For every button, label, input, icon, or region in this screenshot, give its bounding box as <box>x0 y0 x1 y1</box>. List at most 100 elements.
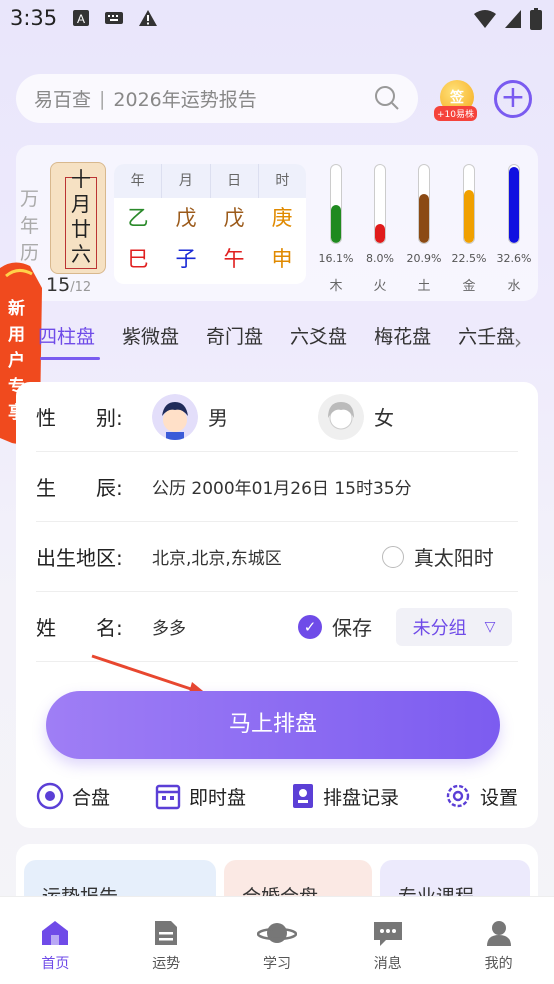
wuxing-pct: 16.1% <box>318 252 354 265</box>
gan-char: 庚 <box>271 206 293 230</box>
status-time: 3:35 <box>10 6 58 30</box>
ganzhi-header-year: 年 <box>114 164 163 198</box>
wuxing-tube <box>374 164 386 244</box>
alert-icon <box>139 10 157 26</box>
wuxing-pct: 32.6% <box>496 252 532 265</box>
planet-icon <box>256 923 297 943</box>
save-checkbox[interactable]: ✓ <box>298 614 322 639</box>
zhi-char: 午 <box>223 247 245 271</box>
home-icon <box>42 921 69 945</box>
nav-profile-label: 我的 <box>484 956 513 972</box>
notification-a-icon: A <box>73 10 89 26</box>
birth-value[interactable]: 公历 2000年01月26日 15时35分 <box>152 474 412 499</box>
nav-home-label: 首页 <box>41 956 70 972</box>
search-placeholder: 2026年运势报告 <box>113 89 257 111</box>
gender-row: 性 别: 男 女 <box>36 382 518 452</box>
place-row[interactable]: 出生地区: 北京,北京,东城区 真太阳时 <box>36 522 518 592</box>
wuxing-fill <box>464 190 474 243</box>
nav-learn[interactable]: 学习 <box>222 897 333 984</box>
signal-icon <box>505 10 521 28</box>
nav-fortune[interactable]: 运势 <box>111 897 222 984</box>
nav-messages-label: 消息 <box>373 956 402 972</box>
female-avatar-icon[interactable] <box>318 393 364 440</box>
hepan-label: 合盘 <box>72 786 111 809</box>
wuxing-tube <box>463 164 475 244</box>
quick-actions: 合盘 即时盘 排盘记录 设置 <box>36 778 518 814</box>
ganzhi-header-month: 月 <box>162 164 211 198</box>
svg-text:A: A <box>77 12 85 26</box>
sign-in-button[interactable]: 签 +10易株 <box>434 80 478 122</box>
wifi-icon <box>474 10 496 28</box>
add-button[interactable]: + <box>494 80 532 118</box>
nav-profile[interactable]: 我的 <box>443 897 554 984</box>
wuxing-name: 土 <box>417 279 431 294</box>
wuxing-pct: 8.0% <box>366 252 394 265</box>
wuxing-name: 火 <box>373 279 387 294</box>
tab-sizhu[interactable]: 四柱盘 <box>38 322 95 360</box>
male-option[interactable]: 男 <box>208 402 228 431</box>
name-input[interactable]: 多多 <box>152 614 298 639</box>
place-value[interactable]: 北京,北京,东城区 <box>152 544 282 569</box>
chart-history-label: 排盘记录 <box>322 786 399 809</box>
calendar-icon <box>155 784 181 810</box>
birth-label: 生 辰: <box>36 476 123 500</box>
search-bar[interactable]: 易百查 | 2026年运势报告 <box>16 74 418 123</box>
bottom-nav: 首页 运势 学习 消息 我的 <box>0 896 554 984</box>
chevron-right-icon[interactable]: › <box>514 330 522 354</box>
wuxing-tube <box>418 164 430 244</box>
search-icon[interactable] <box>374 85 400 111</box>
solar-time-radio[interactable] <box>381 545 404 568</box>
sign-reward-badge: +10易株 <box>434 106 477 121</box>
wnl-char: 万 <box>20 188 40 210</box>
nav-messages[interactable]: 消息 <box>332 897 443 984</box>
male-avatar-icon[interactable] <box>152 393 198 440</box>
solar-time-label: 真太阳时 <box>413 546 494 570</box>
wnl-char: 年 <box>20 215 40 237</box>
birth-row[interactable]: 生 辰: 公历 2000年01月26日 15时35分 <box>36 452 518 522</box>
hepan-button[interactable]: 合盘 <box>36 782 110 810</box>
wannianli-label: 万 年 历 <box>20 186 42 267</box>
instant-chart-label: 即时盘 <box>188 786 246 809</box>
gear-icon <box>446 784 470 808</box>
status-bar: 3:35 A <box>0 0 554 40</box>
female-option[interactable]: 女 <box>374 402 394 431</box>
hepan-icon <box>36 782 64 810</box>
wuxing-fill <box>509 166 519 243</box>
wuxing-fill <box>375 224 385 243</box>
submit-chart-button[interactable]: 马上排盘 <box>46 691 500 759</box>
group-value: 未分组 <box>412 617 467 639</box>
tab-liuren[interactable]: 六壬盘 <box>458 322 515 360</box>
tab-liuyao[interactable]: 六爻盘 <box>290 322 347 360</box>
wuxing-tube <box>508 164 520 244</box>
group-select[interactable]: 未分组 ▽ <box>396 607 512 646</box>
wuxing-fill <box>331 205 341 243</box>
wuxing-name: 金 <box>462 279 476 294</box>
zhi-char: 巳 <box>127 247 149 271</box>
message-icon <box>373 922 402 946</box>
zhi-char: 子 <box>175 247 197 271</box>
lunar-char: 十 <box>71 167 91 191</box>
lunar-char: 月 <box>71 192 91 216</box>
tab-meihua[interactable]: 梅花盘 <box>374 322 431 360</box>
chart-history-button[interactable]: 排盘记录 <box>291 782 399 810</box>
tab-qimen[interactable]: 奇门盘 <box>206 322 263 360</box>
place-label: 出生地区: <box>36 546 123 570</box>
ganzhi-header-day: 日 <box>211 164 259 198</box>
name-label: 姓 名: <box>36 616 123 640</box>
instant-chart-button[interactable]: 即时盘 <box>155 782 246 810</box>
ganzhi-gan-row: 乙戊戊庚 <box>114 198 306 239</box>
user-icon <box>486 921 511 946</box>
settings-button[interactable]: 设置 <box>444 782 518 810</box>
tab-ziwei[interactable]: 紫微盘 <box>122 322 179 360</box>
lunar-date-tag: 十 月 廿 六 <box>50 162 106 274</box>
wuxing-pct: 22.5% <box>451 252 487 265</box>
nav-home[interactable]: 首页 <box>0 897 111 984</box>
wuxing-tube <box>330 164 342 244</box>
wuxing-pct: 20.9% <box>406 252 442 265</box>
birth-form-card: 性 别: 男 女 生 辰: 公历 2000年01月26日 15时35分 出生地区… <box>16 382 538 828</box>
battery-icon <box>530 8 542 30</box>
ganzhi-header: 年 月 日 时 <box>114 164 306 198</box>
search-brand: 易百查 <box>34 89 92 111</box>
lunar-char: 六 <box>71 242 91 266</box>
keyboard-icon <box>105 12 123 24</box>
